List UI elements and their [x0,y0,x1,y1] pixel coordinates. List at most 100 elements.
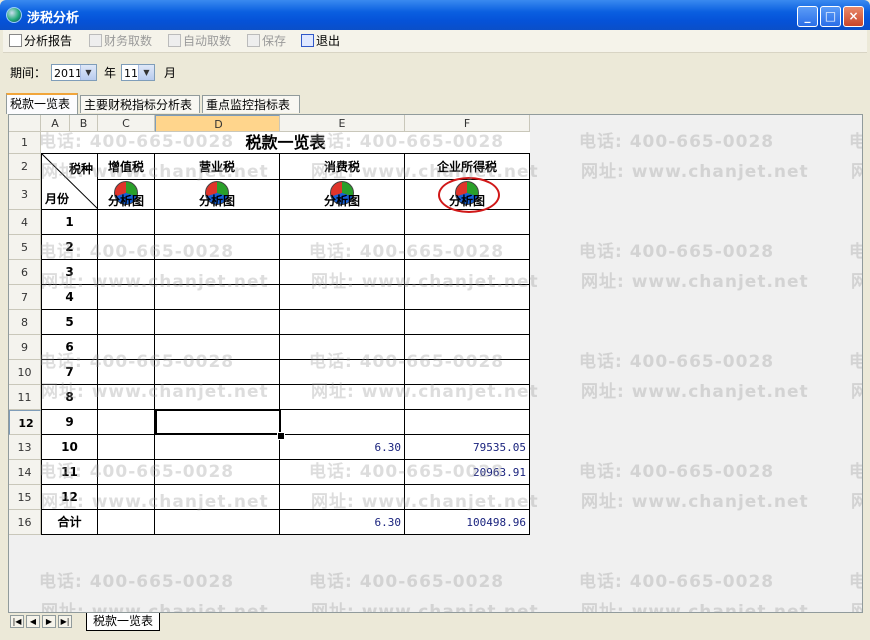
data-cell[interactable] [280,360,405,385]
total-cell[interactable] [155,510,280,535]
select-all-corner[interactable] [9,115,41,132]
data-cell[interactable] [155,385,280,410]
data-cell[interactable] [155,485,280,510]
data-cell[interactable]: 20963.91 [405,460,530,485]
data-cell[interactable] [98,435,155,460]
data-cell[interactable] [98,385,155,410]
analysis-chart-button[interactable]: 分析图 [280,180,405,210]
row-header-10[interactable]: 10 [9,360,41,385]
data-cell[interactable] [155,360,280,385]
year-select[interactable]: 2011 ▼ [51,64,97,81]
next-sheet-button[interactable]: ▶ [42,615,56,628]
data-cell[interactable] [280,235,405,260]
data-cell[interactable] [98,335,155,360]
data-cell[interactable] [98,360,155,385]
data-cell[interactable] [98,285,155,310]
row-header-7[interactable]: 7 [9,285,41,310]
row-header-6[interactable]: 6 [9,260,41,285]
fill-handle[interactable] [277,432,285,440]
data-cell[interactable] [155,210,280,235]
finance-fetch-button[interactable]: 财务取数 [89,33,152,49]
data-cell[interactable] [405,285,530,310]
data-cell[interactable] [280,310,405,335]
row-header-15[interactable]: 15 [9,485,41,510]
data-cell[interactable] [98,235,155,260]
row-header-9[interactable]: 9 [9,335,41,360]
data-cell[interactable] [280,485,405,510]
column-header-a[interactable]: A [41,115,70,132]
data-cell[interactable]: 79535.05 [405,435,530,460]
data-cell[interactable] [280,260,405,285]
data-cell[interactable] [98,210,155,235]
data-cell[interactable] [280,385,405,410]
data-cell[interactable] [98,485,155,510]
spreadsheet[interactable]: A B C D E F 1 2 3 4 5 6 7 8 9 10 11 12 13 14 15 16 税款一览表 税种 月份 增值… [8,114,863,630]
data-cell[interactable] [155,235,280,260]
data-cell[interactable] [405,235,530,260]
column-header-d[interactable]: D [155,115,280,132]
row-header-12[interactable]: 12 [9,410,41,435]
total-cell[interactable]: 100498.96 [405,510,530,535]
tab-key-monitoring[interactable]: 重点监控指标表 [202,95,300,113]
prev-sheet-button[interactable]: ◀ [26,615,40,628]
data-cell[interactable] [280,285,405,310]
data-cell[interactable] [280,335,405,360]
month-select[interactable]: 11 ▼ [121,64,155,81]
data-cell[interactable] [98,310,155,335]
column-header-e[interactable]: E [280,115,405,132]
row-header-5[interactable]: 5 [9,235,41,260]
data-cell[interactable] [405,410,530,435]
tab-tax-overview[interactable]: 税款一览表 [6,93,78,114]
sheet-tab-tax-overview[interactable]: 税款一览表 [86,613,161,631]
data-cell[interactable] [280,410,405,435]
data-cell[interactable] [280,210,405,235]
maximize-button[interactable]: □ [820,6,841,27]
spreadsheet-grid[interactable]: A B C D E F 1 2 3 4 5 6 7 8 9 10 11 12 13 14 15 16 税款一览表 税种 月份 增值… [9,115,862,615]
data-cell[interactable] [155,285,280,310]
data-cell[interactable] [405,360,530,385]
minimize-button[interactable]: _ [797,6,818,27]
row-header-14[interactable]: 14 [9,460,41,485]
data-cell[interactable] [98,260,155,285]
data-cell[interactable]: 6.30 [280,435,405,460]
close-button[interactable]: × [843,6,864,27]
tab-main-indicators[interactable]: 主要财税指标分析表 [80,95,200,113]
data-cell[interactable] [405,210,530,235]
data-cell[interactable] [155,310,280,335]
data-cell[interactable] [405,385,530,410]
column-header-c[interactable]: C [98,115,155,132]
data-cell[interactable] [155,460,280,485]
row-header-4[interactable]: 4 [9,210,41,235]
row-header-8[interactable]: 8 [9,310,41,335]
data-cell[interactable] [98,460,155,485]
last-sheet-button[interactable]: ▶| [58,615,72,628]
analysis-report-button[interactable]: 分析报告 [9,33,72,49]
save-button[interactable]: 保存 [247,33,286,49]
data-cell[interactable] [405,335,530,360]
data-cell[interactable] [155,260,280,285]
data-cell[interactable] [155,435,280,460]
analysis-chart-button[interactable]: 分析图 [155,180,280,210]
title-bar[interactable]: 涉税分析 _ □ × [0,0,870,30]
column-header-b[interactable]: B [70,115,98,132]
maximize-icon: □ [824,9,837,23]
total-cell[interactable]: 6.30 [280,510,405,535]
analysis-chart-button[interactable]: 分析图 [98,180,155,210]
data-cell[interactable] [280,460,405,485]
first-sheet-button[interactable]: |◀ [10,615,24,628]
row-header-11[interactable]: 11 [9,385,41,410]
row-header-2[interactable]: 2 [9,154,41,180]
data-cell[interactable] [155,335,280,360]
data-cell[interactable] [405,310,530,335]
row-header-3[interactable]: 3 [9,180,41,210]
row-header-16[interactable]: 16 [9,510,41,535]
auto-fetch-button[interactable]: 自动取数 [168,33,231,49]
data-cell[interactable] [405,260,530,285]
data-cell[interactable] [405,485,530,510]
exit-button[interactable]: 退出 [301,33,340,49]
total-cell[interactable] [98,510,155,535]
row-header-13[interactable]: 13 [9,435,41,460]
data-cell[interactable] [98,410,155,435]
column-header-f[interactable]: F [405,115,530,132]
row-header-1[interactable]: 1 [9,132,41,154]
